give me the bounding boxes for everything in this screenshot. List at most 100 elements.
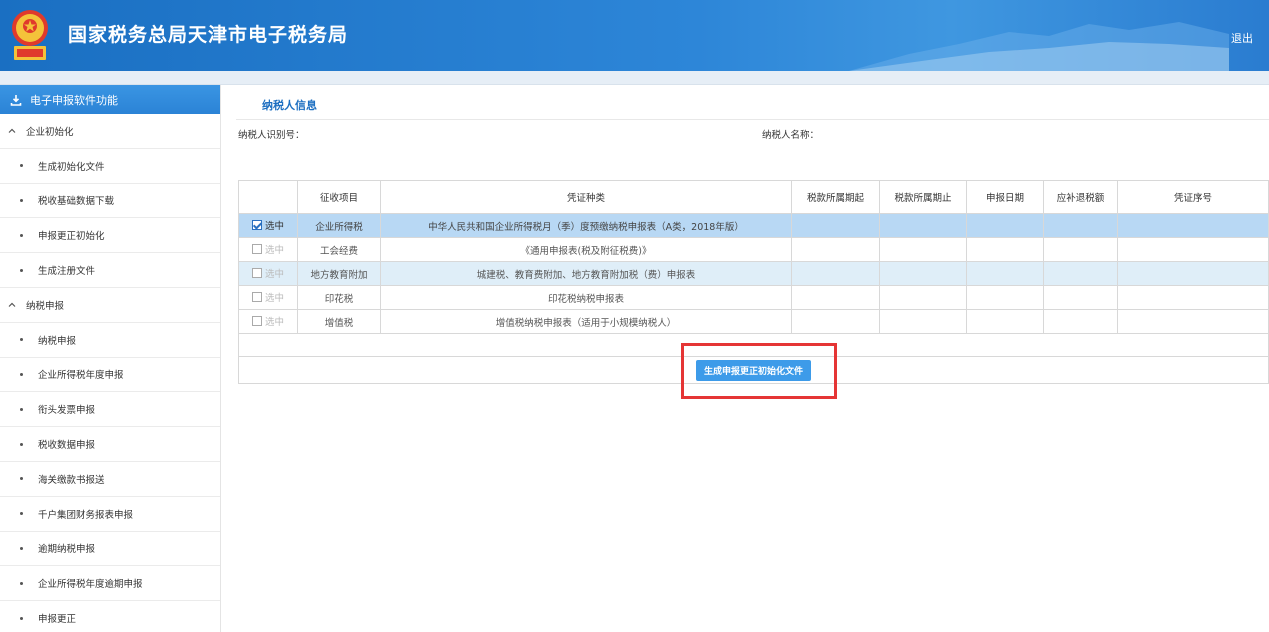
col-header-voucher: 凭证种类 (380, 180, 792, 214)
checkbox-checked-icon (251, 220, 262, 230)
cell-voucher: 中华人民共和国企业所得税月（季）度预缴纳税申报表（A类，2018年版） (380, 213, 792, 238)
bullet-icon (20, 164, 23, 168)
sidebar-item[interactable]: 纳税申报 (0, 323, 220, 358)
download-icon (10, 94, 22, 106)
table-row[interactable]: 选中 地方教育附加 城建税、教育费附加、地方教育附加税（费）申报表 (238, 261, 1269, 286)
sidebar-item-label: 生成初始化文件 (38, 161, 105, 173)
sidebar-item[interactable]: 千户集团财务报表申报 (0, 497, 220, 532)
row-select-checkbox[interactable]: 选中 (251, 218, 284, 232)
sidebar-item-label: 衔头发票申报 (38, 405, 96, 417)
row-select-checkbox[interactable]: 选中 (251, 266, 284, 280)
sidebar-item[interactable]: 税收数据申报 (0, 427, 220, 462)
cell-period-end (879, 285, 967, 310)
cell-voucher: 城建税、教育费附加、地方教育附加税（费）申报表 (380, 261, 792, 286)
sidebar-item[interactable]: 税收基础数据下载 (0, 184, 220, 219)
row-select-checkbox[interactable]: 选中 (251, 242, 284, 256)
bullet-icon (20, 268, 23, 272)
cell-item: 印花税 (297, 285, 381, 310)
col-header-period-end: 税款所属期止 (879, 180, 967, 214)
cell-period-end (879, 213, 967, 238)
cell-tax-amount (1043, 237, 1118, 262)
sidebar-item[interactable]: 企业所得税年度申报 (0, 358, 220, 393)
col-header-item: 征收项目 (297, 180, 381, 214)
cell-voucher: 《通用申报表(税及附征税费)》 (380, 237, 792, 262)
cell-voucher-no (1117, 309, 1269, 334)
taxpayer-name-label: 纳税人名称： (762, 130, 820, 141)
sidebar-item-label: 税收数据申报 (38, 440, 96, 452)
checkbox-empty-icon (251, 268, 262, 278)
checkbox-empty-icon (251, 244, 262, 254)
cell-item: 工会经费 (297, 237, 381, 262)
table-row[interactable]: 选中 企业所得税 中华人民共和国企业所得税月（季）度预缴纳税申报表（A类，2018年… (238, 213, 1269, 238)
cell-period-end (879, 237, 967, 262)
table-button-row: 生成申报更正初始化文件 (238, 356, 1269, 384)
cell-declare-date (966, 237, 1044, 262)
cell-period-start (791, 285, 880, 310)
cell-item: 地方教育附加 (297, 261, 381, 286)
taxpayer-id-label: 纳税人识别号： (238, 130, 305, 141)
cell-declare-date (966, 309, 1044, 334)
logout-link[interactable]: 退出 (1231, 30, 1253, 46)
sidebar-item[interactable]: 逾期纳税申报 (0, 532, 220, 567)
cell-declare-date (966, 213, 1044, 238)
cell-period-end (879, 261, 967, 286)
sidebar-menu: 企业初始化 生成初始化文件 税收基础数据下载 申报更正初始化 生成注册文件 纳税申报 纳税申… (0, 114, 220, 632)
cell-declare-date (966, 261, 1044, 286)
checkbox-label: 选中 (264, 269, 284, 280)
col-header-voucher-no: 凭证序号 (1117, 180, 1269, 214)
sidebar-item[interactable]: 生成初始化文件 (0, 149, 220, 184)
chevron-up-icon (8, 128, 16, 133)
row-select-checkbox[interactable]: 选中 (251, 290, 284, 304)
bullet-icon (20, 581, 23, 585)
cell-voucher-no (1117, 213, 1269, 238)
sidebar-header: 电子申报软件功能 (0, 85, 220, 114)
header-subbar (0, 71, 1269, 85)
row-select-checkbox[interactable]: 选中 (251, 314, 284, 328)
sidebar-item[interactable]: 生成注册文件 (0, 253, 220, 288)
main-content: 纳税人信息 纳税人识别号： 纳税人名称： 征收项目 凭证种类 税款所属期起 税款… (236, 85, 1269, 632)
bullet-icon (20, 477, 23, 481)
cell-voucher-no (1117, 261, 1269, 286)
table-row[interactable]: 选中 印花税 印花税纳税申报表 (238, 285, 1269, 310)
cell-voucher: 增值税纳税申报表（适用于小规模纳税人） (380, 309, 792, 334)
sidebar-group[interactable]: 纳税申报 (0, 288, 220, 323)
great-wall-decoration (849, 22, 1229, 71)
cell-period-start (791, 237, 880, 262)
sidebar: 电子申报软件功能 企业初始化生成初始化文件 税收基础数据下载 申报更正初始化 生成注册… (0, 85, 221, 632)
checkbox-label: 选中 (264, 221, 284, 232)
sidebar-title: 电子申报软件功能 (30, 93, 118, 107)
checkbox-label: 选中 (264, 293, 284, 304)
cell-item: 企业所得税 (297, 213, 381, 238)
cell-voucher-no (1117, 285, 1269, 310)
cell-period-start (791, 261, 880, 286)
sidebar-item[interactable]: 衔头发票申报 (0, 392, 220, 428)
section-title: 纳税人信息 (262, 99, 317, 112)
cell-tax-amount (1043, 285, 1118, 310)
top-banner: 国家税务总局天津市电子税务局 退出 (0, 0, 1269, 71)
cell-tax-amount (1043, 213, 1118, 238)
sidebar-item-label: 纳税申报 (26, 300, 65, 312)
voucher-table: 征收项目 凭证种类 税款所属期起 税款所属期止 申报日期 应补退税额 凭证序号 … (238, 180, 1269, 384)
sidebar-group[interactable]: 企业初始化 (0, 114, 220, 149)
sidebar-item-label: 逾期纳税申报 (38, 544, 96, 556)
bullet-icon (20, 233, 23, 237)
sidebar-item[interactable]: 海关缴款书报送 (0, 462, 220, 497)
sidebar-item[interactable]: 企业所得税年度逾期申报 (0, 566, 220, 602)
sidebar-item-label: 企业所得税年度逾期申报 (38, 579, 143, 591)
sidebar-item[interactable]: 申报更正 (0, 601, 220, 632)
sidebar-item-label: 申报更正 (38, 614, 77, 626)
bullet-icon (20, 407, 23, 411)
checkbox-label: 选中 (264, 317, 284, 328)
sidebar-item-label: 申报更正初始化 (38, 231, 105, 243)
table-header-row: 征收项目 凭证种类 税款所属期起 税款所属期止 申报日期 应补退税额 凭证序号 (238, 180, 1269, 214)
table-row[interactable]: 选中 增值税 增值税纳税申报表（适用于小规模纳税人） (238, 309, 1269, 334)
generate-correction-init-file-button[interactable]: 生成申报更正初始化文件 (695, 359, 811, 381)
col-header-declare-date: 申报日期 (966, 180, 1044, 214)
table-row[interactable]: 选中 工会经费 《通用申报表(税及附征税费)》 (238, 237, 1269, 262)
cell-item: 增值税 (297, 309, 381, 334)
sidebar-item-label: 企业初始化 (26, 126, 74, 138)
sidebar-item-label: 税收基础数据下载 (38, 196, 115, 208)
sidebar-item[interactable]: 申报更正初始化 (0, 218, 220, 254)
sidebar-item-label: 生成注册文件 (38, 266, 96, 278)
sidebar-item-label: 千户集团财务报表申报 (38, 509, 134, 521)
